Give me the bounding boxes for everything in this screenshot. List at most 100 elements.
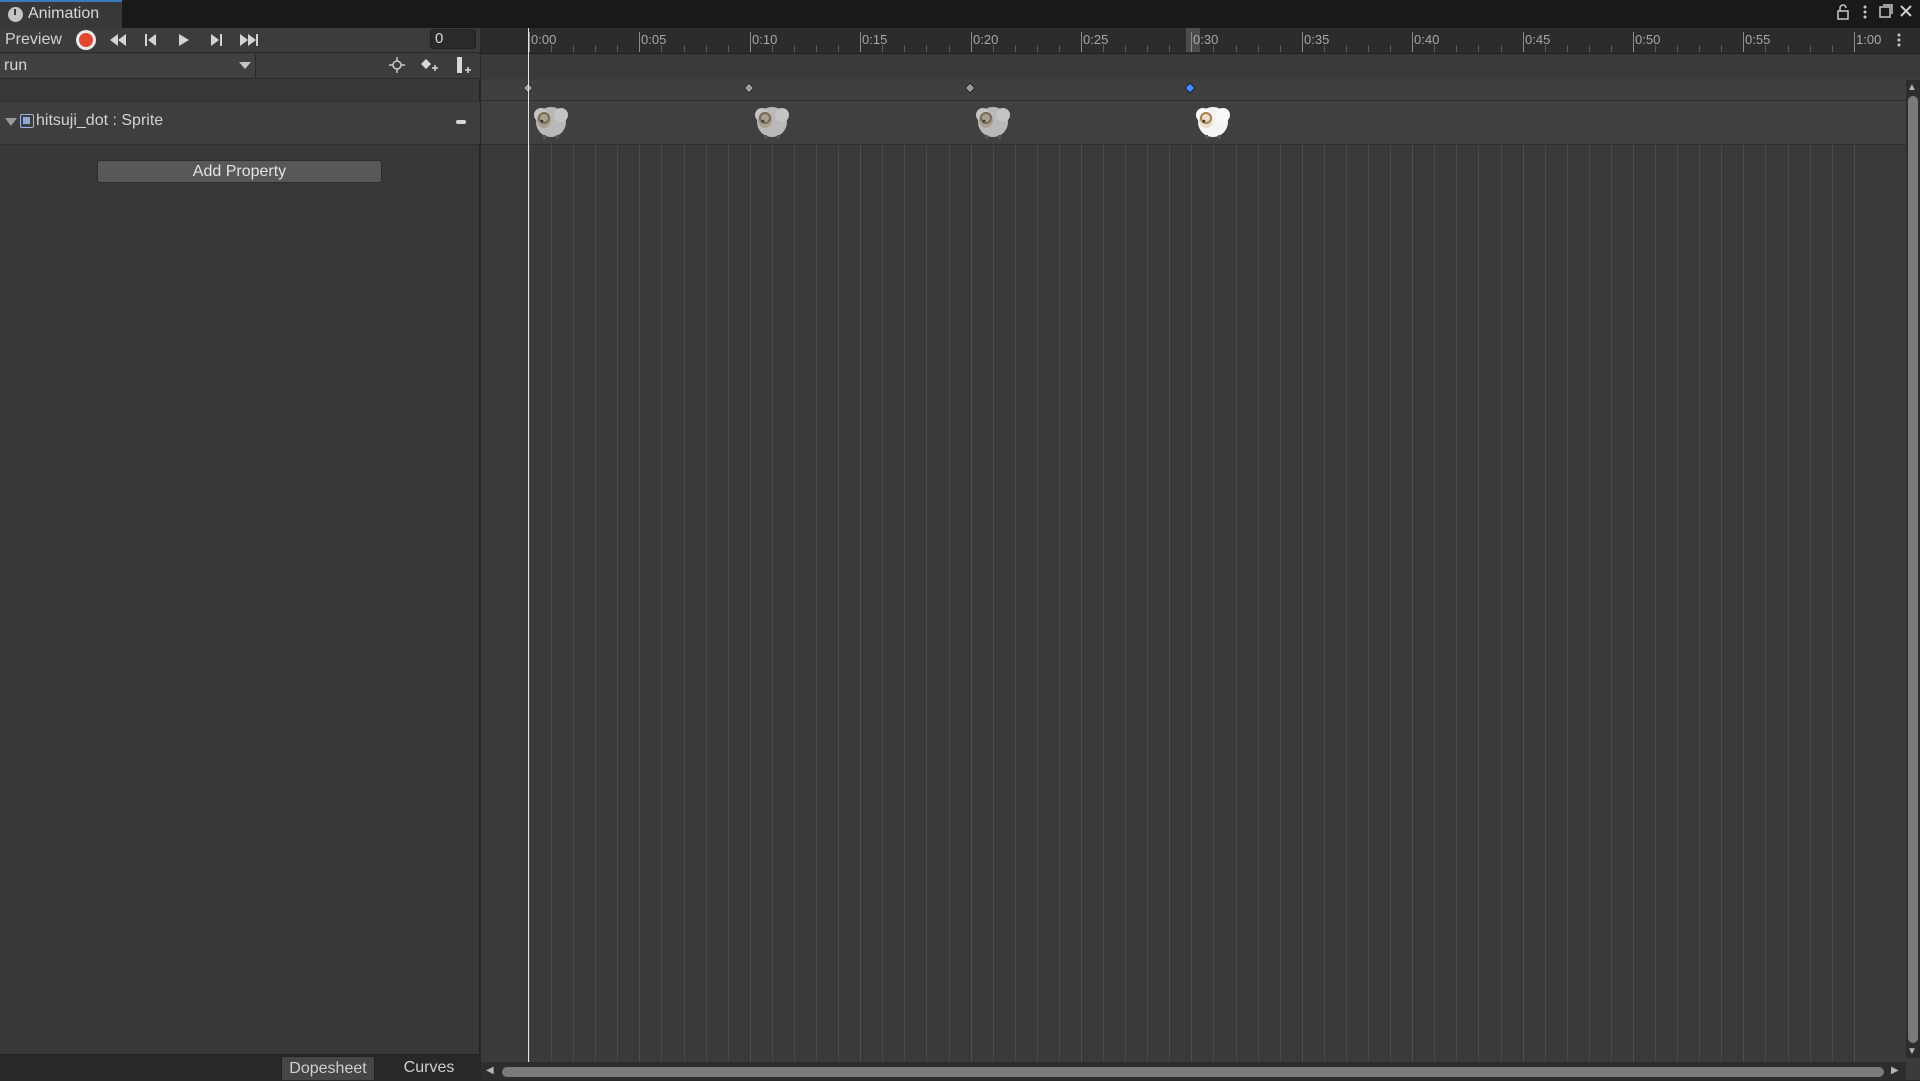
grid-line-major [1854,101,1855,1062]
grid-line-minor [1788,101,1789,1062]
ruler-minor-tick [1501,45,1502,52]
close-icon[interactable] [1897,4,1915,22]
ruler-major-tick [1302,32,1303,52]
first-keyframe-button[interactable] [107,30,131,50]
next-keyframe-button[interactable] [205,30,229,50]
grid-line-minor [728,101,729,1062]
sprite-keyframe-thumbnail[interactable] [971,103,1013,139]
tab-curves[interactable]: Curves [379,1056,479,1080]
ruler-minor-tick [949,45,950,52]
play-button[interactable] [172,30,196,50]
timeline-menu-icon[interactable] [1896,32,1904,48]
grid-line-minor [1169,101,1170,1062]
scroll-up-icon[interactable]: ▲ [1907,82,1917,93]
ruler-minor-tick [1236,45,1237,52]
property-options-icon[interactable] [456,120,466,124]
foldout-arrow-icon[interactable] [5,118,17,126]
add-keyframe-button[interactable] [419,56,441,74]
vertical-scroll-thumb[interactable] [1908,96,1918,1043]
ruler-minor-tick [1545,45,1546,52]
ruler-major-tick [860,32,861,52]
ruler-minor-tick [1103,45,1104,52]
grid-line-minor [1611,101,1612,1062]
filter-by-selection-button[interactable] [388,56,406,74]
grid-line-major [1743,101,1744,1062]
ruler-minor-tick [1258,45,1259,52]
grid-line-minor [993,101,994,1062]
tab-title: Animation [28,5,100,22]
ruler-label: 0:55 [1745,32,1771,47]
grid-line-minor [1390,101,1391,1062]
next-keyframe-icon [211,34,222,46]
grid-line-minor [1677,101,1678,1062]
ruler-minor-tick [728,45,729,52]
scroll-down-icon[interactable]: ▼ [1907,1046,1917,1057]
playhead[interactable] [528,28,529,1062]
dopesheet-timeline[interactable] [481,28,1920,1080]
grid-line-minor [1258,101,1259,1062]
scroll-right-icon[interactable]: ▶ [1891,1065,1899,1076]
ruler-minor-tick [595,45,596,52]
scroll-left-icon[interactable]: ◀ [486,1065,494,1076]
record-button[interactable] [76,30,96,50]
prev-keyframe-button[interactable] [140,30,164,50]
ruler-minor-tick [1346,45,1347,52]
filter-by-selection-icon [389,57,405,73]
ruler-label: 0:40 [1414,32,1440,47]
preview-toggle[interactable]: Preview [5,31,62,49]
ruler-minor-tick [926,45,927,52]
ruler-minor-tick [1125,45,1126,52]
grid-line-minor [573,101,574,1062]
ruler-minor-tick [573,45,574,52]
ruler-label: 0:25 [1083,32,1109,47]
grid-line-major [750,101,751,1062]
ruler-minor-tick [1655,45,1656,52]
last-keyframe-button[interactable] [237,30,261,50]
ruler-label: 0:10 [752,32,778,47]
grid-line-minor [1236,101,1237,1062]
add-event-button[interactable] [453,55,475,75]
tab-dopesheet[interactable]: Dopesheet [281,1056,375,1080]
maximize-icon[interactable] [1877,4,1895,22]
summary-key-row[interactable] [481,79,1920,101]
ruler-label: 0:35 [1304,32,1330,47]
sprite-keyframe-thumbnail[interactable] [1191,103,1233,139]
ruler-minor-tick [1368,45,1369,52]
grid-line-minor [772,101,773,1062]
grid-line-minor [1147,101,1148,1062]
grid-line-minor [1589,101,1590,1062]
ruler-minor-tick [772,45,773,52]
grid-line-minor [1478,101,1479,1062]
clip-name: run [4,57,28,74]
grid-line-minor [1699,101,1700,1062]
grid-line-minor [926,101,927,1062]
grid-line-minor [904,101,905,1062]
grid-line-minor [1280,101,1281,1062]
horizontal-scroll-thumb[interactable] [502,1067,1884,1077]
grid-line-major [1081,101,1082,1062]
add-property-button[interactable]: Add Property [97,160,382,183]
grid-line-minor [1501,101,1502,1062]
clip-dropdown[interactable] [0,54,256,78]
ruler-major-tick [1743,32,1744,52]
grid-line-minor [661,101,662,1062]
grid-line-major [639,101,640,1062]
ruler-label: 0:15 [862,32,888,47]
grid-line-minor [1567,101,1568,1062]
ruler-minor-tick [1015,45,1016,52]
ruler-label: 0:50 [1635,32,1661,47]
sprite-keyframe-thumbnail[interactable] [529,103,571,139]
ruler-major-tick [1523,32,1524,52]
ruler-minor-tick [706,45,707,52]
add-event-icon [457,57,471,73]
lock-icon[interactable] [1834,4,1852,22]
grid-line-minor [949,101,950,1062]
frame-input[interactable]: 0 [430,29,476,49]
kebab-menu-icon[interactable] [1856,4,1874,22]
grid-line-minor [1059,101,1060,1062]
ruler-major-tick [750,32,751,52]
ruler-minor-tick [1434,45,1435,52]
ruler-minor-tick [904,45,905,52]
sprite-keyframe-thumbnail[interactable] [750,103,792,139]
grid-line-major [1633,101,1634,1062]
